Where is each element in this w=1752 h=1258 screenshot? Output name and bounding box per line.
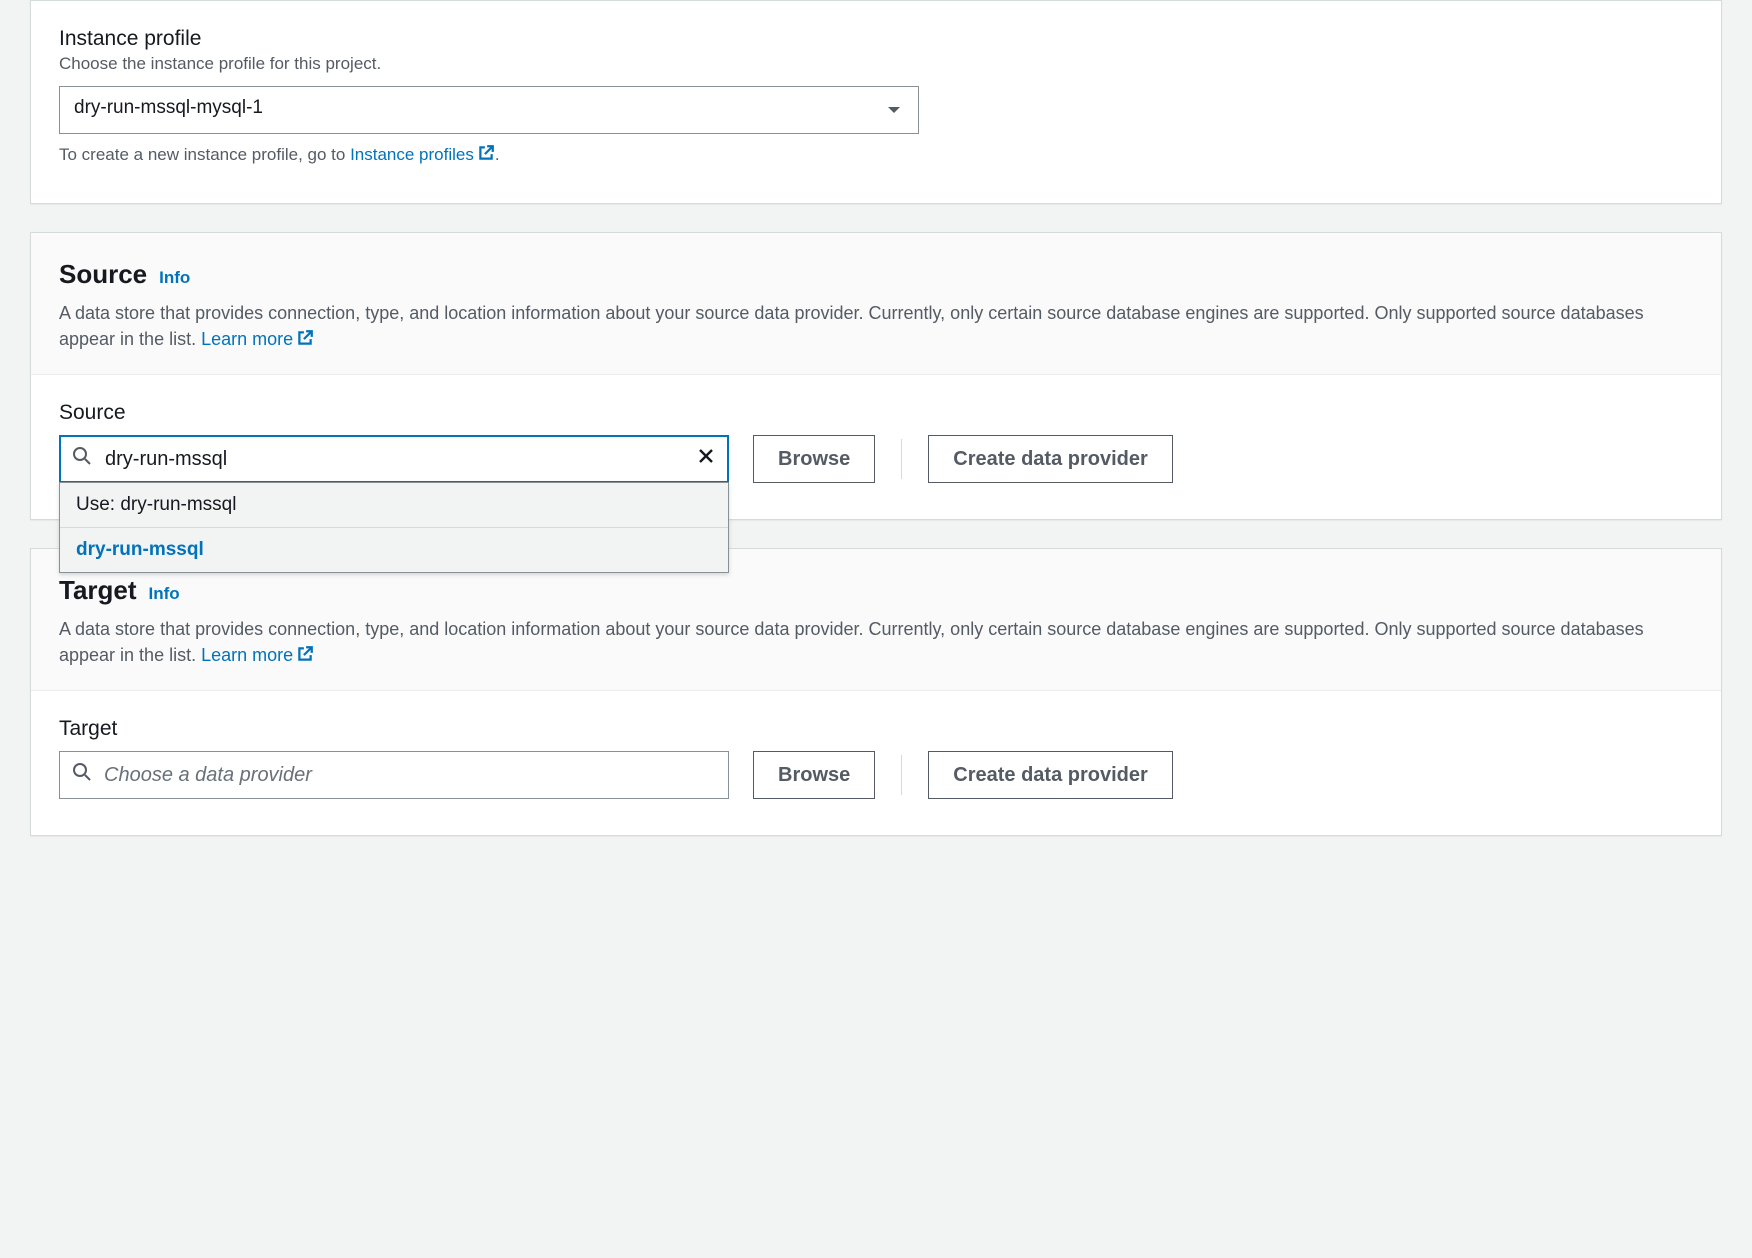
instance-profile-label: Instance profile (59, 27, 1693, 51)
separator (901, 439, 902, 479)
separator (901, 755, 902, 795)
source-panel-header: Source Info A data store that provides c… (31, 233, 1721, 375)
source-description: A data store that provides connection, t… (59, 300, 1693, 354)
source-input-row: Use: dry-run-mssql dry-run-mssql Browse … (59, 435, 1693, 483)
target-search-input[interactable] (59, 751, 729, 799)
dropdown-option-1[interactable]: dry-run-mssql (60, 528, 728, 572)
target-panel: Target Info A data store that provides c… (30, 548, 1722, 836)
target-input-row: Browse Create data provider (59, 751, 1693, 799)
dropdown-use-item[interactable]: Use: dry-run-mssql (60, 483, 728, 528)
source-field-label: Source (59, 401, 1693, 425)
source-dropdown: Use: dry-run-mssql dry-run-mssql (59, 482, 729, 573)
instance-profile-helper: To create a new instance profile, go to … (59, 144, 1693, 167)
external-link-icon (296, 644, 314, 670)
target-description: A data store that provides connection, t… (59, 616, 1693, 670)
source-info-link[interactable]: Info (159, 268, 190, 288)
clear-icon[interactable] (696, 446, 716, 472)
instance-profile-select[interactable]: dry-run-mssql-mysql-1 (59, 86, 919, 134)
target-learn-more-link[interactable]: Learn more (201, 645, 314, 665)
instance-profile-select-wrap: dry-run-mssql-mysql-1 (59, 86, 919, 134)
external-link-icon (296, 328, 314, 354)
helper-prefix: To create a new instance profile, go to (59, 145, 350, 164)
instance-profile-hint: Choose the instance profile for this pro… (59, 54, 1693, 74)
target-field-label: Target (59, 717, 1693, 741)
source-panel: Source Info A data store that provides c… (30, 232, 1722, 520)
target-browse-button[interactable]: Browse (753, 751, 875, 799)
source-search-wrap: Use: dry-run-mssql dry-run-mssql (59, 435, 729, 483)
helper-suffix: . (495, 145, 500, 164)
source-search-input[interactable] (59, 435, 729, 483)
instance-profiles-link[interactable]: Instance profiles (350, 145, 495, 164)
instance-profile-select-value: dry-run-mssql-mysql-1 (74, 97, 263, 118)
target-info-link[interactable]: Info (149, 584, 180, 604)
target-search-wrap (59, 751, 729, 799)
external-link-icon (477, 144, 495, 167)
source-panel-body: Source Use: dry-run-mssql dry-run-mssql (31, 375, 1721, 519)
instance-profile-body: Instance profile Choose the instance pro… (31, 1, 1721, 203)
target-create-data-provider-button[interactable]: Create data provider (928, 751, 1173, 799)
target-panel-body: Target Browse Create data provider (31, 691, 1721, 835)
source-title-row: Source Info (59, 259, 1693, 290)
source-title: Source (59, 259, 147, 290)
target-title-row: Target Info (59, 575, 1693, 606)
source-create-data-provider-button[interactable]: Create data provider (928, 435, 1173, 483)
source-learn-more-link[interactable]: Learn more (201, 329, 314, 349)
source-input-area: Use: dry-run-mssql dry-run-mssql Browse … (59, 435, 1693, 483)
source-browse-button[interactable]: Browse (753, 435, 875, 483)
instance-profile-panel: Instance profile Choose the instance pro… (30, 0, 1722, 204)
target-input-area: Browse Create data provider (59, 751, 1693, 799)
target-title: Target (59, 575, 137, 606)
